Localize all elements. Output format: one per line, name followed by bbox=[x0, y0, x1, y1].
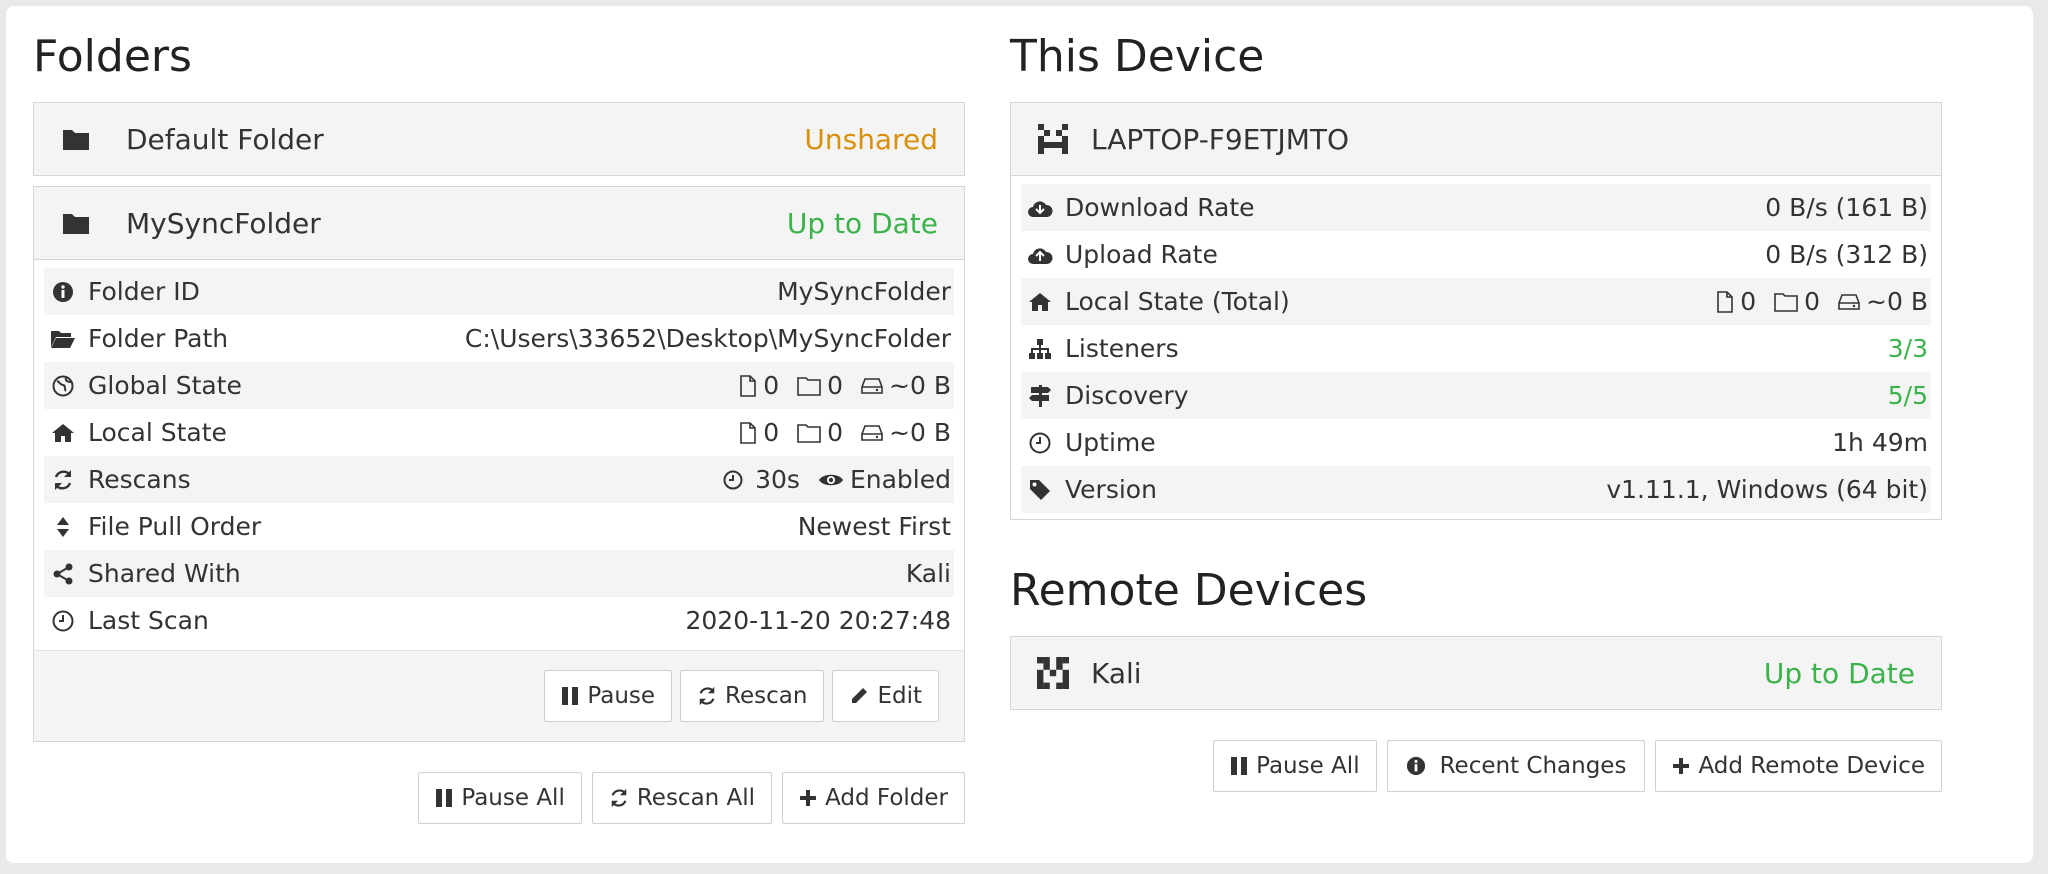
folder-header-default[interactable]: Default Folder Unshared bbox=[34, 103, 964, 175]
folder-status: Unshared bbox=[804, 122, 938, 156]
remote-device-panel-kali: Kali Up to Date bbox=[1010, 636, 1942, 710]
home-icon bbox=[1027, 289, 1053, 315]
folder-actions: Pause Rescan Edit bbox=[34, 650, 964, 741]
local-state-row: Local State 0 0 ~0 B bbox=[44, 409, 954, 456]
folder-status: Up to Date bbox=[786, 206, 938, 240]
remote-device-name: Kali bbox=[1091, 656, 1142, 690]
this-device-heading: This Device bbox=[1010, 31, 1265, 82]
share-icon bbox=[50, 561, 76, 587]
rescan-folder-button[interactable]: Rescan bbox=[680, 670, 825, 722]
folder-header-mysync[interactable]: MySyncFolder Up to Date bbox=[34, 187, 964, 260]
edit-folder-button[interactable]: Edit bbox=[832, 670, 939, 722]
cloud-upload-icon bbox=[1027, 242, 1053, 268]
discovery-row: Discovery 5/5 bbox=[1021, 372, 1931, 419]
tag-icon bbox=[1027, 477, 1053, 503]
home-icon bbox=[50, 420, 76, 446]
folder-panel-mysync: MySyncFolder Up to Date Folder ID MySync… bbox=[33, 186, 965, 742]
signpost-icon bbox=[1027, 383, 1053, 409]
folder-panel-default: Default Folder Unshared bbox=[33, 102, 965, 176]
sort-icon bbox=[50, 514, 76, 540]
main-page: Folders Default Folder Unshared MySyncFo… bbox=[6, 6, 2033, 863]
info-icon bbox=[1406, 756, 1425, 776]
folder-outline-icon bbox=[797, 423, 821, 443]
rescan-all-button[interactable]: Rescan All bbox=[591, 772, 773, 824]
device-identicon bbox=[1037, 123, 1069, 155]
file-icon bbox=[740, 374, 757, 397]
refresh-icon bbox=[699, 686, 715, 706]
info-icon bbox=[50, 279, 76, 305]
clock-icon bbox=[50, 608, 76, 634]
folder-outline-icon bbox=[1774, 292, 1798, 312]
remote-device-header-kali[interactable]: Kali Up to Date bbox=[1011, 637, 1941, 709]
recent-changes-button[interactable]: Recent Changes bbox=[1386, 740, 1646, 792]
upload-rate-row: Upload Rate 0 B/s (312 B) bbox=[1021, 231, 1931, 278]
remote-devices-actions: Pause All Recent Changes Add Remote Devi… bbox=[1010, 740, 1942, 792]
clock-icon bbox=[723, 470, 743, 489]
device-column: This Device LAPTOP-F9ETJMTO Download Rat… bbox=[1010, 6, 1942, 792]
global-state-row: Global State 0 0 ~0 B bbox=[44, 362, 954, 409]
add-remote-device-button[interactable]: Add Remote Device bbox=[1655, 740, 1942, 792]
uptime-row: Uptime 1h 49m bbox=[1021, 419, 1931, 466]
clock-icon bbox=[1027, 430, 1053, 456]
folder-details: Folder ID MySyncFolder Folder Path C:\Us… bbox=[34, 260, 964, 650]
pencil-icon bbox=[852, 688, 868, 703]
plus-icon bbox=[1673, 758, 1690, 774]
hdd-icon bbox=[861, 377, 883, 394]
folder-name: Default Folder bbox=[126, 122, 324, 156]
rescans-row: Rescans 30s Enabled bbox=[44, 456, 954, 503]
folder-icon bbox=[60, 207, 92, 239]
device-name: LAPTOP-F9ETJMTO bbox=[1091, 122, 1350, 156]
folder-id-row: Folder ID MySyncFolder bbox=[44, 268, 954, 315]
version-row: Version v1.11.1, Windows (64 bit) bbox=[1021, 466, 1931, 513]
globe-icon bbox=[50, 373, 76, 399]
eye-icon bbox=[818, 474, 843, 485]
hdd-icon bbox=[1838, 293, 1860, 310]
pause-all-folders-button[interactable]: Pause All bbox=[418, 772, 582, 824]
device-identicon bbox=[1037, 657, 1069, 689]
shared-with-row: Shared With Kali bbox=[44, 550, 954, 597]
pause-all-devices-button[interactable]: Pause All bbox=[1213, 740, 1377, 792]
sitemap-icon bbox=[1027, 336, 1053, 362]
file-icon bbox=[1717, 290, 1734, 313]
pause-icon bbox=[1231, 757, 1248, 775]
folder-path-row: Folder Path C:\Users\33652\Desktop\MySyn… bbox=[44, 315, 954, 362]
cloud-download-icon bbox=[1027, 195, 1053, 221]
add-folder-button[interactable]: Add Folder bbox=[782, 772, 965, 824]
pause-folder-button[interactable]: Pause bbox=[544, 670, 673, 722]
download-rate-row: Download Rate 0 B/s (161 B) bbox=[1021, 184, 1931, 231]
pause-icon bbox=[436, 789, 453, 807]
folder-name: MySyncFolder bbox=[126, 206, 321, 240]
folders-heading: Folders bbox=[33, 31, 192, 82]
local-state-total-row: Local State (Total) 0 0 ~0 B bbox=[1021, 278, 1931, 325]
file-icon bbox=[740, 421, 757, 444]
folder-open-icon bbox=[50, 326, 76, 352]
refresh-icon bbox=[611, 788, 627, 808]
listeners-row: Listeners 3/3 bbox=[1021, 325, 1931, 372]
pull-order-row: File Pull Order Newest First bbox=[44, 503, 954, 550]
folder-outline-icon bbox=[797, 376, 821, 396]
folders-column: Folders Default Folder Unshared MySyncFo… bbox=[33, 6, 965, 824]
device-details: Download Rate 0 B/s (161 B) Upload Rate … bbox=[1011, 176, 1941, 519]
refresh-icon bbox=[50, 467, 76, 493]
last-scan-row: Last Scan 2020-11-20 20:27:48 bbox=[44, 597, 954, 644]
this-device-panel: LAPTOP-F9ETJMTO Download Rate 0 B/s (161… bbox=[1010, 102, 1942, 520]
folder-icon bbox=[60, 123, 92, 155]
hdd-icon bbox=[861, 424, 883, 441]
folders-actions: Pause All Rescan All Add Folder bbox=[33, 772, 965, 824]
pause-icon bbox=[562, 687, 579, 705]
remote-device-status: Up to Date bbox=[1763, 656, 1915, 690]
this-device-header[interactable]: LAPTOP-F9ETJMTO bbox=[1011, 103, 1941, 176]
plus-icon bbox=[800, 790, 817, 806]
remote-devices-heading: Remote Devices bbox=[1010, 565, 1368, 616]
